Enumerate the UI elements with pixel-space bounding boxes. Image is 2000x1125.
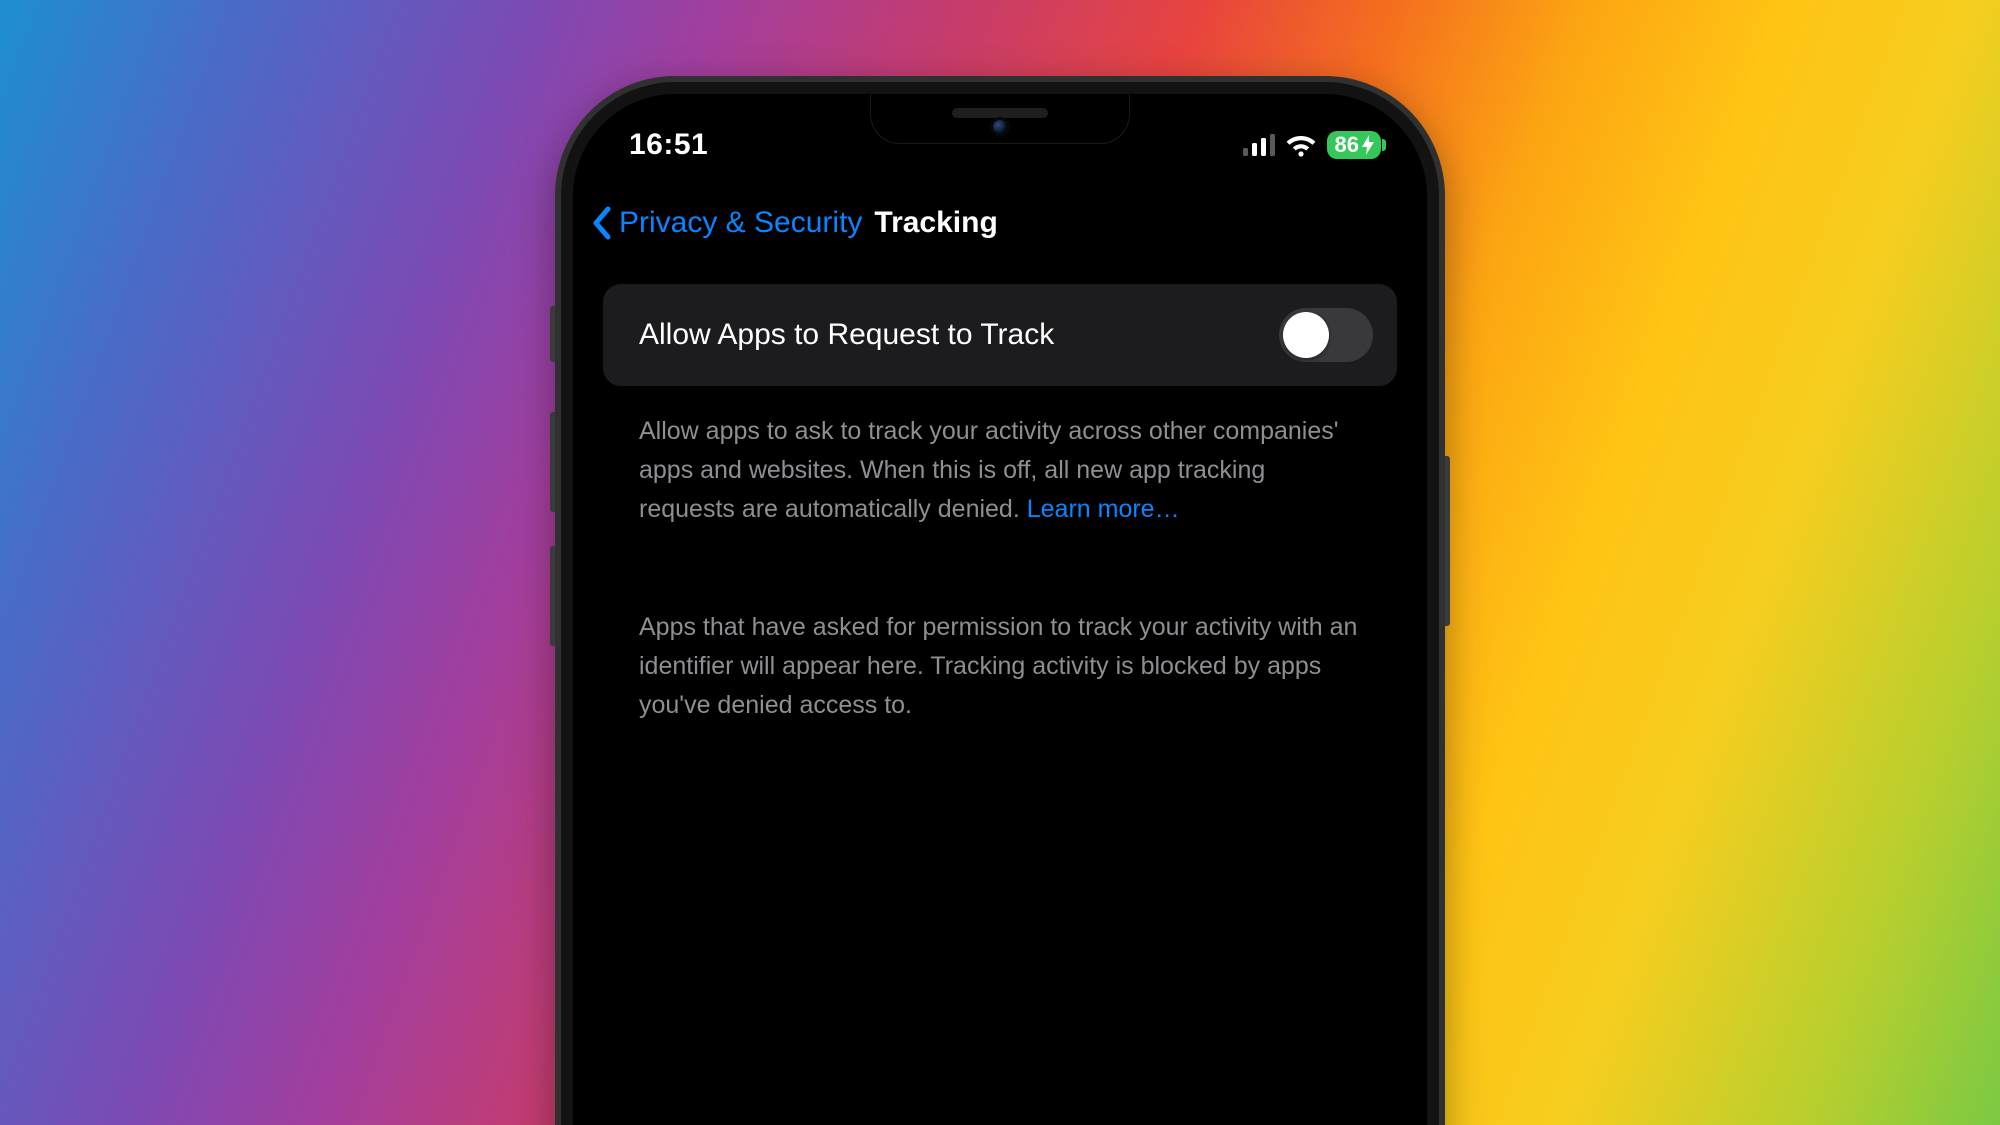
status-right: 86	[1243, 131, 1381, 159]
allow-tracking-label: Allow Apps to Request to Track	[639, 318, 1054, 352]
earpiece-speaker	[952, 108, 1048, 118]
tracking-description: Allow apps to ask to track your activity…	[603, 386, 1397, 528]
wifi-icon	[1285, 133, 1317, 157]
mute-switch	[550, 306, 555, 362]
page-title: Tracking	[874, 206, 997, 240]
tracking-description-text: Allow apps to ask to track your activity…	[639, 417, 1339, 523]
nav-bar: Privacy & Security Tracking	[573, 190, 1427, 256]
battery-percent: 86	[1335, 132, 1359, 158]
content: Allow Apps to Request to Track Allow app…	[573, 284, 1427, 725]
screen: 16:51 86	[573, 94, 1427, 1125]
allow-tracking-row: Allow Apps to Request to Track	[603, 284, 1397, 386]
allow-tracking-toggle[interactable]	[1279, 308, 1373, 362]
tracking-apps-note: Apps that have asked for permission to t…	[603, 582, 1397, 724]
notch	[870, 94, 1130, 144]
charging-icon	[1361, 135, 1375, 155]
volume-up-button	[550, 412, 555, 512]
battery-indicator: 86	[1327, 131, 1381, 159]
phone-frame: 16:51 86	[555, 76, 1445, 1125]
front-camera	[993, 120, 1007, 134]
power-button	[1445, 456, 1450, 626]
chevron-left-icon	[591, 206, 613, 240]
cellular-icon	[1243, 134, 1275, 156]
toggle-knob	[1283, 312, 1329, 358]
wallpaper: 16:51 86	[0, 0, 2000, 1125]
status-time: 16:51	[629, 128, 708, 162]
back-button[interactable]: Privacy & Security	[591, 206, 862, 240]
back-label: Privacy & Security	[619, 206, 862, 240]
tracking-apps-note-text: Apps that have asked for permission to t…	[639, 613, 1357, 719]
volume-down-button	[550, 546, 555, 646]
learn-more-link[interactable]: Learn more…	[1027, 495, 1180, 523]
